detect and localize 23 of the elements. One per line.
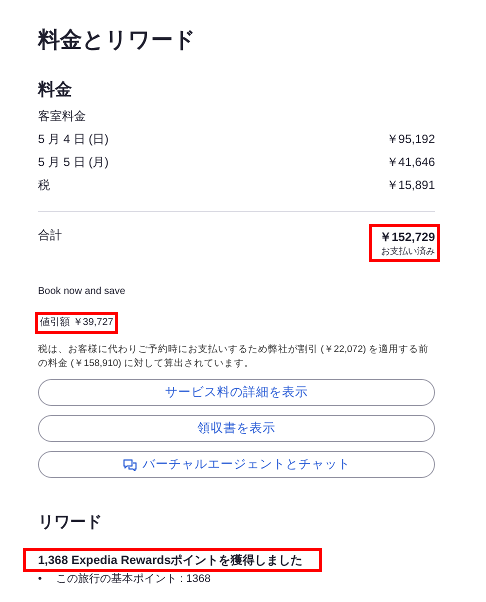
- tax-note: 税は、お客様に代わりご予約時にお支払いするため弊社が割引 (￥22,072) を適用する前の料金 (￥158,910) に対して算出されています。: [38, 343, 430, 371]
- section-heading: 料金: [38, 79, 73, 101]
- promo-text: Book now and save: [38, 285, 126, 299]
- chat-icon: [122, 458, 136, 470]
- charge-label: 5 月 4 日 (日): [38, 131, 109, 147]
- total-amount: ￥152,729: [380, 229, 435, 245]
- section-heading: リワード: [38, 513, 103, 533]
- action-button[interactable]: バーチャルエージェントとチャット: [38, 451, 435, 478]
- charge-label: 税: [38, 177, 50, 193]
- charge-label: 5 月 5 日 (月): [38, 154, 109, 170]
- charge-amount: ￥95,192: [386, 131, 435, 147]
- points-earned: 1,368 Expedia Rewardsポイントを獲得しました: [26, 551, 319, 569]
- page-title: 料金とリワード: [38, 26, 197, 54]
- charge-amount: ￥15,891: [386, 177, 435, 193]
- discount-amount: 値引額 ￥39,727: [38, 315, 116, 331]
- points-detail: この旅行の基本ポイント : 1368: [56, 572, 211, 587]
- action-button[interactable]: サービス料の詳細を表示: [38, 379, 435, 406]
- bullet: •: [38, 572, 43, 587]
- charge-amount: ￥41,646: [386, 154, 435, 170]
- action-button[interactable]: 領収書を表示: [38, 415, 435, 442]
- payment-status: お支払い済み: [381, 245, 435, 257]
- total-label: 合計: [38, 227, 62, 243]
- subheading: 客室料金: [38, 108, 87, 124]
